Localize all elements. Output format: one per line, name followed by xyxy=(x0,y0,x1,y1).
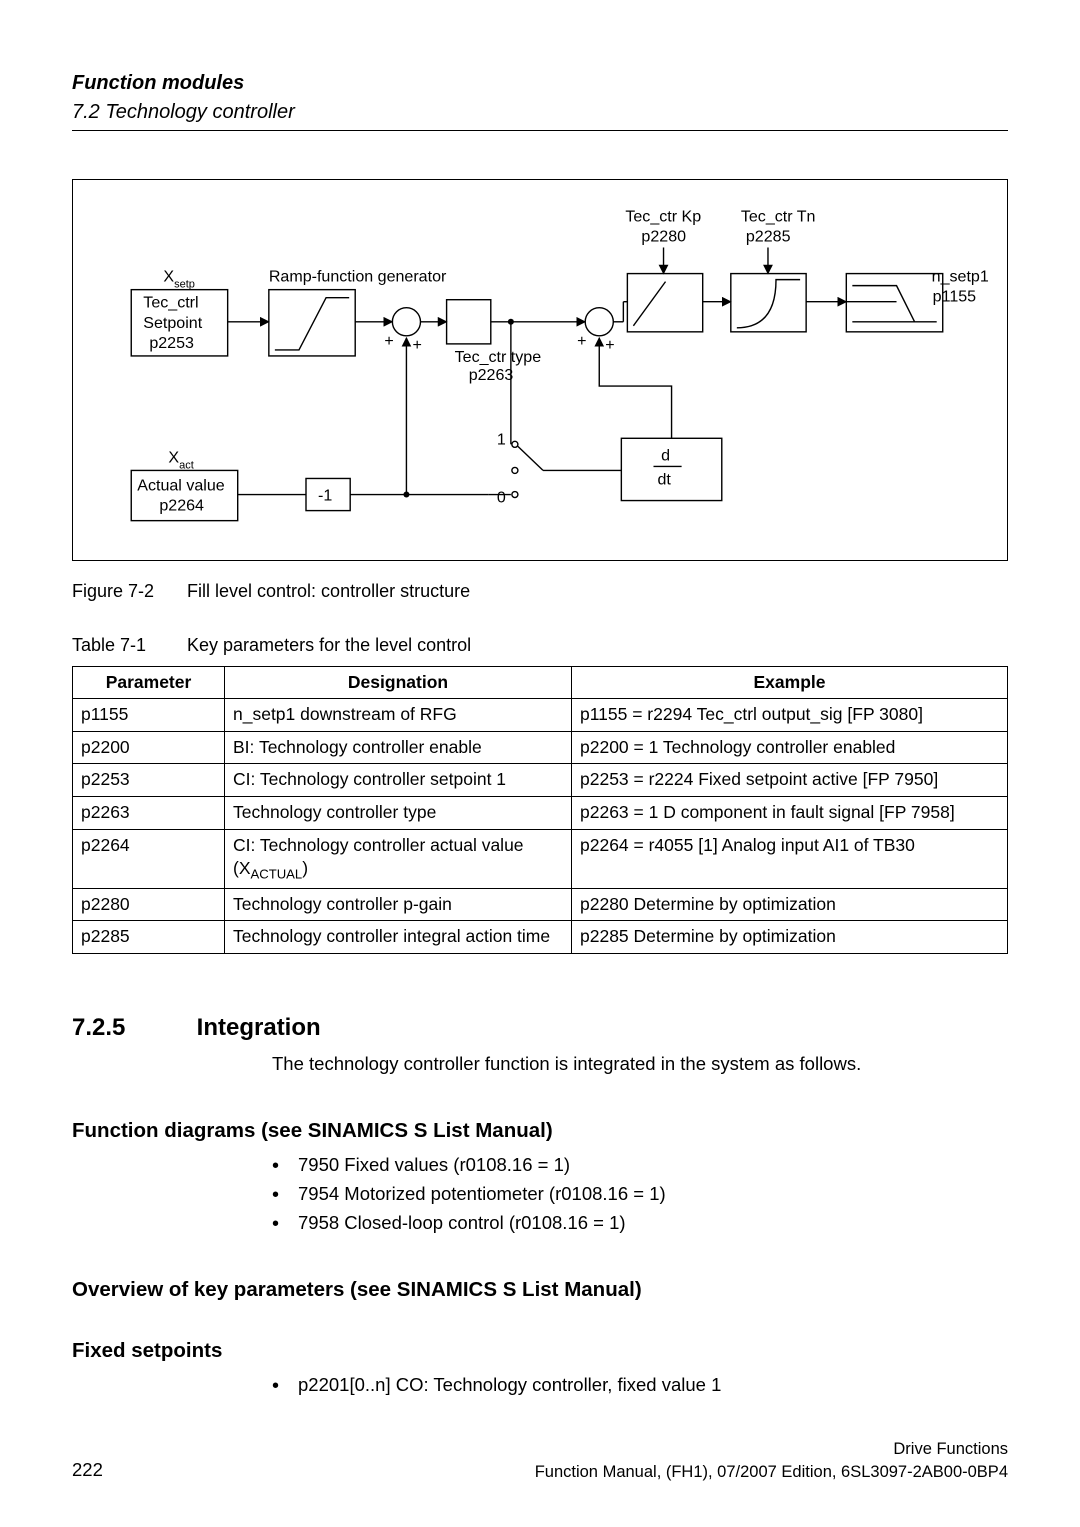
svg-text:Tec_ctr type: Tec_ctr type xyxy=(455,348,542,366)
svg-text:+: + xyxy=(412,336,421,354)
function-diagrams-heading: Function diagrams (see SINAMICS S List M… xyxy=(72,1117,1008,1145)
fixed-setpoints-heading: Fixed setpoints xyxy=(72,1337,1008,1365)
section-7-2-5-body: The technology controller function is in… xyxy=(272,1052,1008,1077)
header-rule xyxy=(72,130,1008,131)
svg-text:p2280: p2280 xyxy=(641,227,686,245)
svg-text:+: + xyxy=(605,336,614,354)
table-row: p2200 BI: Technology controller enable p… xyxy=(73,731,1008,764)
table-caption: Table 7-1 Key parameters for the level c… xyxy=(72,633,1008,657)
svg-text:Tec_ctrl: Tec_ctrl xyxy=(143,294,198,312)
cell-param: p2280 xyxy=(73,888,225,921)
block-diagram-svg: Tec_ctr Kp p2280 Tec_ctr Tn p2285 xyxy=(73,180,1007,560)
section-title: Integration xyxy=(197,1014,321,1041)
svg-text:p2263: p2263 xyxy=(469,366,514,384)
cell-example: p2285 Determine by optimization xyxy=(572,921,1008,954)
table-row: p1155 n_setp1 downstream of RFG p1155 = … xyxy=(73,699,1008,732)
cell-param: p2253 xyxy=(73,764,225,797)
svg-text:-1: -1 xyxy=(318,487,332,505)
cell-param: p1155 xyxy=(73,699,225,732)
cell-param: p2200 xyxy=(73,731,225,764)
svg-text:Tec_ctr Kp: Tec_ctr Kp xyxy=(625,207,701,225)
cell-desig: CI: Technology controller actual value (… xyxy=(225,829,572,888)
cell-desig: Technology controller p-gain xyxy=(225,888,572,921)
header-line1: Function modules xyxy=(72,70,1008,97)
svg-text:+: + xyxy=(577,332,586,350)
overview-key-params-heading: Overview of key parameters (see SINAMICS… xyxy=(72,1276,1008,1304)
table-row: p2285 Technology controller integral act… xyxy=(73,921,1008,954)
svg-text:Actual value: Actual value xyxy=(137,477,224,495)
figure-caption-lead: Figure 7-2 xyxy=(72,579,182,603)
cell-example: p2263 = 1 D component in fault signal [F… xyxy=(572,797,1008,830)
running-header: Function modules 7.2 Technology controll… xyxy=(72,70,1008,131)
svg-text:Tec_ctr Tn: Tec_ctr Tn xyxy=(741,207,816,225)
list-item: 7950 Fixed values (r0108.16 = 1) xyxy=(272,1153,1008,1178)
footer-line1: Drive Functions xyxy=(535,1438,1008,1460)
cell-example: p2253 = r2224 Fixed setpoint active [FP … xyxy=(572,764,1008,797)
cell-example: p2280 Determine by optimization xyxy=(572,888,1008,921)
svg-text:p2253: p2253 xyxy=(149,334,194,352)
cell-example: p1155 = r2294 Tec_ctrl output_sig [FP 30… xyxy=(572,699,1008,732)
svg-text:Ramp-function generator: Ramp-function generator xyxy=(269,268,447,286)
cell-example: p2200 = 1 Technology controller enabled xyxy=(572,731,1008,764)
svg-text:+: + xyxy=(384,332,393,350)
cell-desig: Technology controller integral action ti… xyxy=(225,921,572,954)
list-item: p2201[0..n] CO: Technology controller, f… xyxy=(272,1373,1008,1398)
cell-param: p2285 xyxy=(73,921,225,954)
table-row: p2263 Technology controller type p2263 =… xyxy=(73,797,1008,830)
svg-text:Xact: Xact xyxy=(168,448,193,471)
svg-text:n_setp1: n_setp1 xyxy=(932,268,989,286)
header-line2: 7.2 Technology controller xyxy=(72,99,1008,126)
svg-text:p1155: p1155 xyxy=(933,288,977,306)
cell-param: p2264 xyxy=(73,829,225,888)
table-caption-lead: Table 7-1 xyxy=(72,633,182,657)
svg-text:d: d xyxy=(661,446,670,464)
svg-text:Xsetp: Xsetp xyxy=(163,268,195,291)
col-example: Example xyxy=(572,666,1008,699)
cell-desig: Technology controller type xyxy=(225,797,572,830)
table-row: p2280 Technology controller p-gain p2280… xyxy=(73,888,1008,921)
section-7-2-5-heading: 7.2.5 Integration xyxy=(72,1012,1008,1044)
svg-text:0: 0 xyxy=(497,489,506,507)
svg-text:1: 1 xyxy=(497,430,506,448)
page-number: 222 xyxy=(72,1458,103,1483)
svg-text:p2285: p2285 xyxy=(746,227,791,245)
svg-text:p2264: p2264 xyxy=(159,497,204,515)
col-designation: Designation xyxy=(225,666,572,699)
col-parameter: Parameter xyxy=(73,666,225,699)
cell-param: p2263 xyxy=(73,797,225,830)
cell-desig: n_setp1 downstream of RFG xyxy=(225,699,572,732)
cell-desig: BI: Technology controller enable xyxy=(225,731,572,764)
cell-desig: CI: Technology controller setpoint 1 xyxy=(225,764,572,797)
table-row: p2253 CI: Technology controller setpoint… xyxy=(73,764,1008,797)
section-number: 7.2.5 xyxy=(72,1012,190,1044)
list-item: 7954 Motorized potentiometer (r0108.16 =… xyxy=(272,1182,1008,1207)
table-caption-text: Key parameters for the level control xyxy=(187,635,471,655)
fixed-setpoints-list: p2201[0..n] CO: Technology controller, f… xyxy=(272,1373,1008,1398)
figure-caption: Figure 7-2 Fill level control: controlle… xyxy=(72,579,1008,603)
figure-caption-text: Fill level control: controller structure xyxy=(187,581,470,601)
cell-example: p2264 = r4055 [1] Analog input AI1 of TB… xyxy=(572,829,1008,888)
table-row: p2264 CI: Technology controller actual v… xyxy=(73,829,1008,888)
svg-text:Setpoint: Setpoint xyxy=(143,314,202,332)
function-diagrams-list: 7950 Fixed values (r0108.16 = 1) 7954 Mo… xyxy=(272,1153,1008,1236)
list-item: 7958 Closed-loop control (r0108.16 = 1) xyxy=(272,1211,1008,1236)
parameter-table: Parameter Designation Example p1155 n_se… xyxy=(72,666,1008,954)
footer-line2: Function Manual, (FH1), 07/2007 Edition,… xyxy=(535,1461,1008,1483)
figure-7-2: Tec_ctr Kp p2280 Tec_ctr Tn p2285 xyxy=(72,179,1008,561)
svg-text:dt: dt xyxy=(658,470,672,488)
